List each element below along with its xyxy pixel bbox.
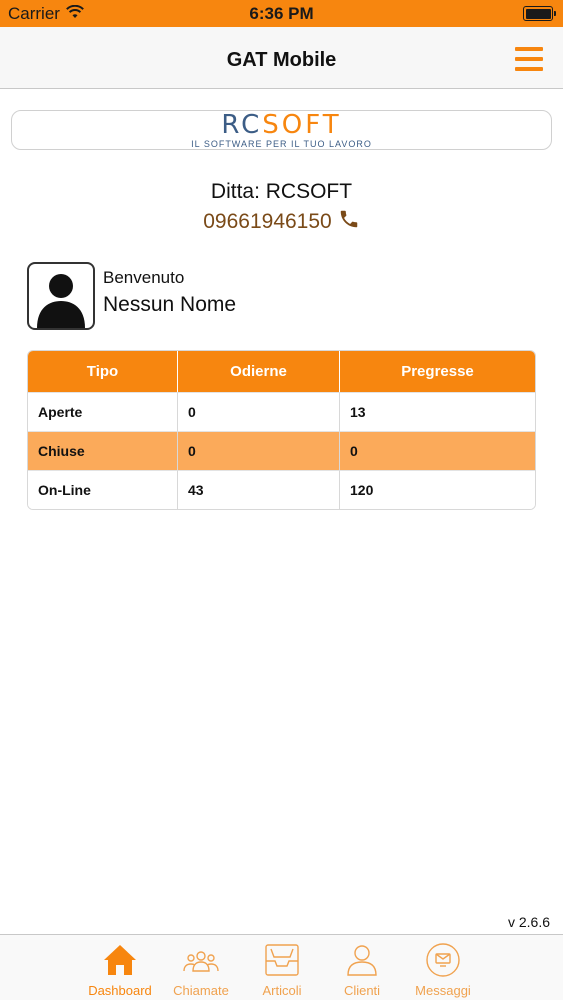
- company-name: Ditta: RCSOFT: [210, 180, 353, 203]
- company-phone: 09661946150: [203, 210, 332, 233]
- logo-brand-soft: SOFT: [262, 110, 342, 140]
- rcsoft-logo: RCSOFT IL SOFTWARE PER IL TUO LAVORO: [12, 110, 551, 149]
- header-odierne: Odierne: [178, 351, 340, 392]
- tab-label: Chiamate: [173, 983, 229, 998]
- logo-brand-rc: RC: [221, 110, 263, 140]
- avatar: [27, 262, 95, 330]
- stats-table: Tipo Odierne Pregresse Aperte 0 13 Chius…: [27, 350, 536, 510]
- tab-clienti[interactable]: Clienti: [322, 941, 402, 998]
- tab-chiamate[interactable]: Chiamate: [161, 941, 241, 998]
- header-pregresse: Pregresse: [340, 351, 535, 392]
- tab-dashboard[interactable]: Dashboard: [80, 941, 160, 998]
- cell-odierne: 43: [178, 470, 340, 509]
- tab-articoli[interactable]: Articoli: [242, 941, 322, 998]
- tab-label: Clienti: [343, 983, 381, 998]
- person-icon: [322, 941, 402, 979]
- navigation-bar: GAT Mobile: [0, 27, 563, 89]
- phone-icon: [338, 208, 360, 236]
- status-time: 6:36 PM: [249, 4, 314, 23]
- message-icon: [403, 941, 483, 979]
- user-name: Nessun Nome: [103, 293, 237, 316]
- header-tipo: Tipo: [28, 351, 178, 392]
- table-row[interactable]: Aperte 0 13: [28, 392, 535, 431]
- tab-label: Dashboard: [88, 983, 152, 998]
- user-silhouette-icon: [37, 274, 85, 328]
- table-row[interactable]: On-Line 43 120: [28, 470, 535, 509]
- logo-tagline: IL SOFTWARE PER IL TUO LAVORO: [191, 139, 372, 149]
- table-row[interactable]: Chiuse 0 0: [28, 431, 535, 470]
- group-icon: [161, 941, 241, 979]
- tab-label: Messaggi: [415, 983, 471, 998]
- status-bar: Carrier 6:36 PM: [0, 0, 563, 27]
- cell-tipo: Aperte: [28, 392, 178, 431]
- home-icon: [80, 941, 160, 979]
- page-title: GAT Mobile: [226, 49, 337, 71]
- welcome-label: Benvenuto: [103, 268, 185, 287]
- tab-messaggi[interactable]: Messaggi: [403, 941, 483, 998]
- company-phone-link[interactable]: 09661946150: [203, 208, 359, 236]
- hamburger-menu-icon[interactable]: [515, 47, 543, 71]
- cell-tipo: Chiuse: [28, 431, 178, 470]
- cell-pregresse: 13: [340, 392, 535, 431]
- tab-bar: Dashboard Chiamate Articoli Clienti Mess…: [0, 934, 563, 1000]
- table-header-row: Tipo Odierne Pregresse: [28, 351, 535, 392]
- logo-banner: RCSOFT IL SOFTWARE PER IL TUO LAVORO: [11, 110, 552, 150]
- cell-pregresse: 120: [340, 470, 535, 509]
- app-version: v 2.6.6: [507, 914, 550, 930]
- cell-tipo: On-Line: [28, 470, 178, 509]
- cell-odierne: 0: [178, 392, 340, 431]
- inbox-icon: [242, 941, 322, 979]
- cell-odierne: 0: [178, 431, 340, 470]
- battery-icon: [523, 6, 556, 21]
- tab-label: Articoli: [262, 983, 302, 998]
- cell-pregresse: 0: [340, 431, 535, 470]
- company-section: Ditta: RCSOFT 09661946150: [0, 180, 563, 236]
